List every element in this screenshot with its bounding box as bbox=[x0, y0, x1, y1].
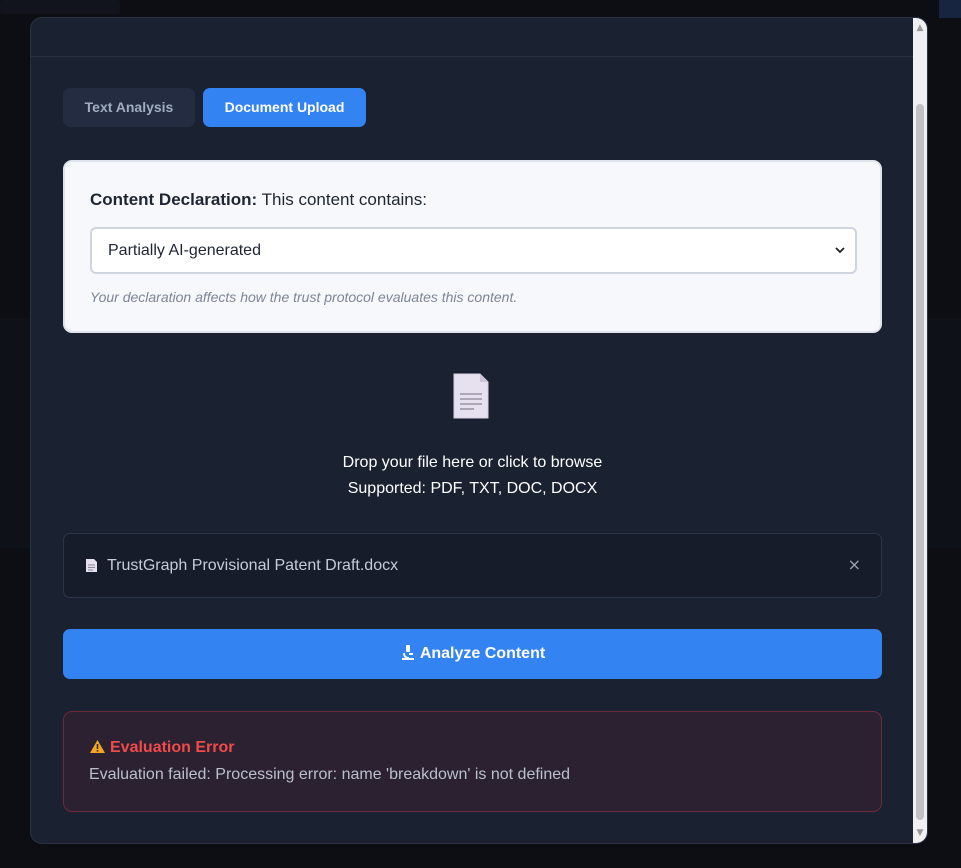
background-button bbox=[939, 0, 961, 18]
remove-file-button[interactable]: × bbox=[848, 534, 861, 595]
file-icon bbox=[86, 559, 97, 572]
scrollbar-thumb[interactable] bbox=[916, 104, 924, 820]
drop-instruction: Drop your file here or click to browse bbox=[342, 454, 603, 471]
error-title-text: Evaluation Error bbox=[110, 739, 235, 756]
document-icon bbox=[453, 373, 489, 419]
declaration-select-value: Partially AI-generated bbox=[108, 242, 261, 259]
modal-header bbox=[31, 18, 927, 57]
declaration-note: Your declaration affects how the trust p… bbox=[90, 289, 518, 305]
scroll-down-arrow-icon[interactable]: ▼ bbox=[913, 825, 927, 841]
file-name: TrustGraph Provisional Patent Draft.docx bbox=[107, 557, 399, 574]
selected-file: TrustGraph Provisional Patent Draft.docx… bbox=[63, 533, 882, 598]
declaration-title: Content Declaration: This content contai… bbox=[90, 190, 427, 210]
supported-formats: Supported: PDF, TXT, DOC, DOCX bbox=[347, 480, 598, 497]
scroll-up-arrow-icon[interactable]: ▲ bbox=[913, 20, 927, 36]
content-declaration-card: Content Declaration: This content contai… bbox=[63, 160, 882, 333]
tab-bar: Text Analysis Document Upload bbox=[63, 88, 366, 127]
error-message: Evaluation failed: Processing error: nam… bbox=[89, 766, 571, 783]
error-title: Evaluation Error bbox=[89, 739, 234, 757]
declaration-title-bold: Content Declaration: bbox=[90, 190, 258, 209]
vertical-scrollbar[interactable]: ▲ ▼ bbox=[913, 18, 927, 843]
declaration-title-rest: This content contains: bbox=[261, 190, 427, 209]
declaration-select[interactable]: Partially AI-generated bbox=[90, 227, 857, 274]
file-drop-zone[interactable]: Drop your file here or click to browse S… bbox=[63, 363, 882, 513]
microscope-icon bbox=[401, 645, 414, 660]
error-alert: Evaluation Error Evaluation failed: Proc… bbox=[63, 711, 882, 812]
warning-icon bbox=[90, 740, 105, 753]
tab-document-upload[interactable]: Document Upload bbox=[203, 88, 366, 127]
analyze-content-label: Analyze Content bbox=[419, 645, 546, 662]
analysis-modal: Text Analysis Document Upload Content De… bbox=[30, 17, 928, 844]
background-text bbox=[0, 0, 120, 14]
analyze-content-button[interactable]: Analyze Content bbox=[63, 629, 882, 679]
chevron-down-icon bbox=[835, 247, 845, 254]
tab-text-analysis[interactable]: Text Analysis bbox=[63, 88, 195, 127]
